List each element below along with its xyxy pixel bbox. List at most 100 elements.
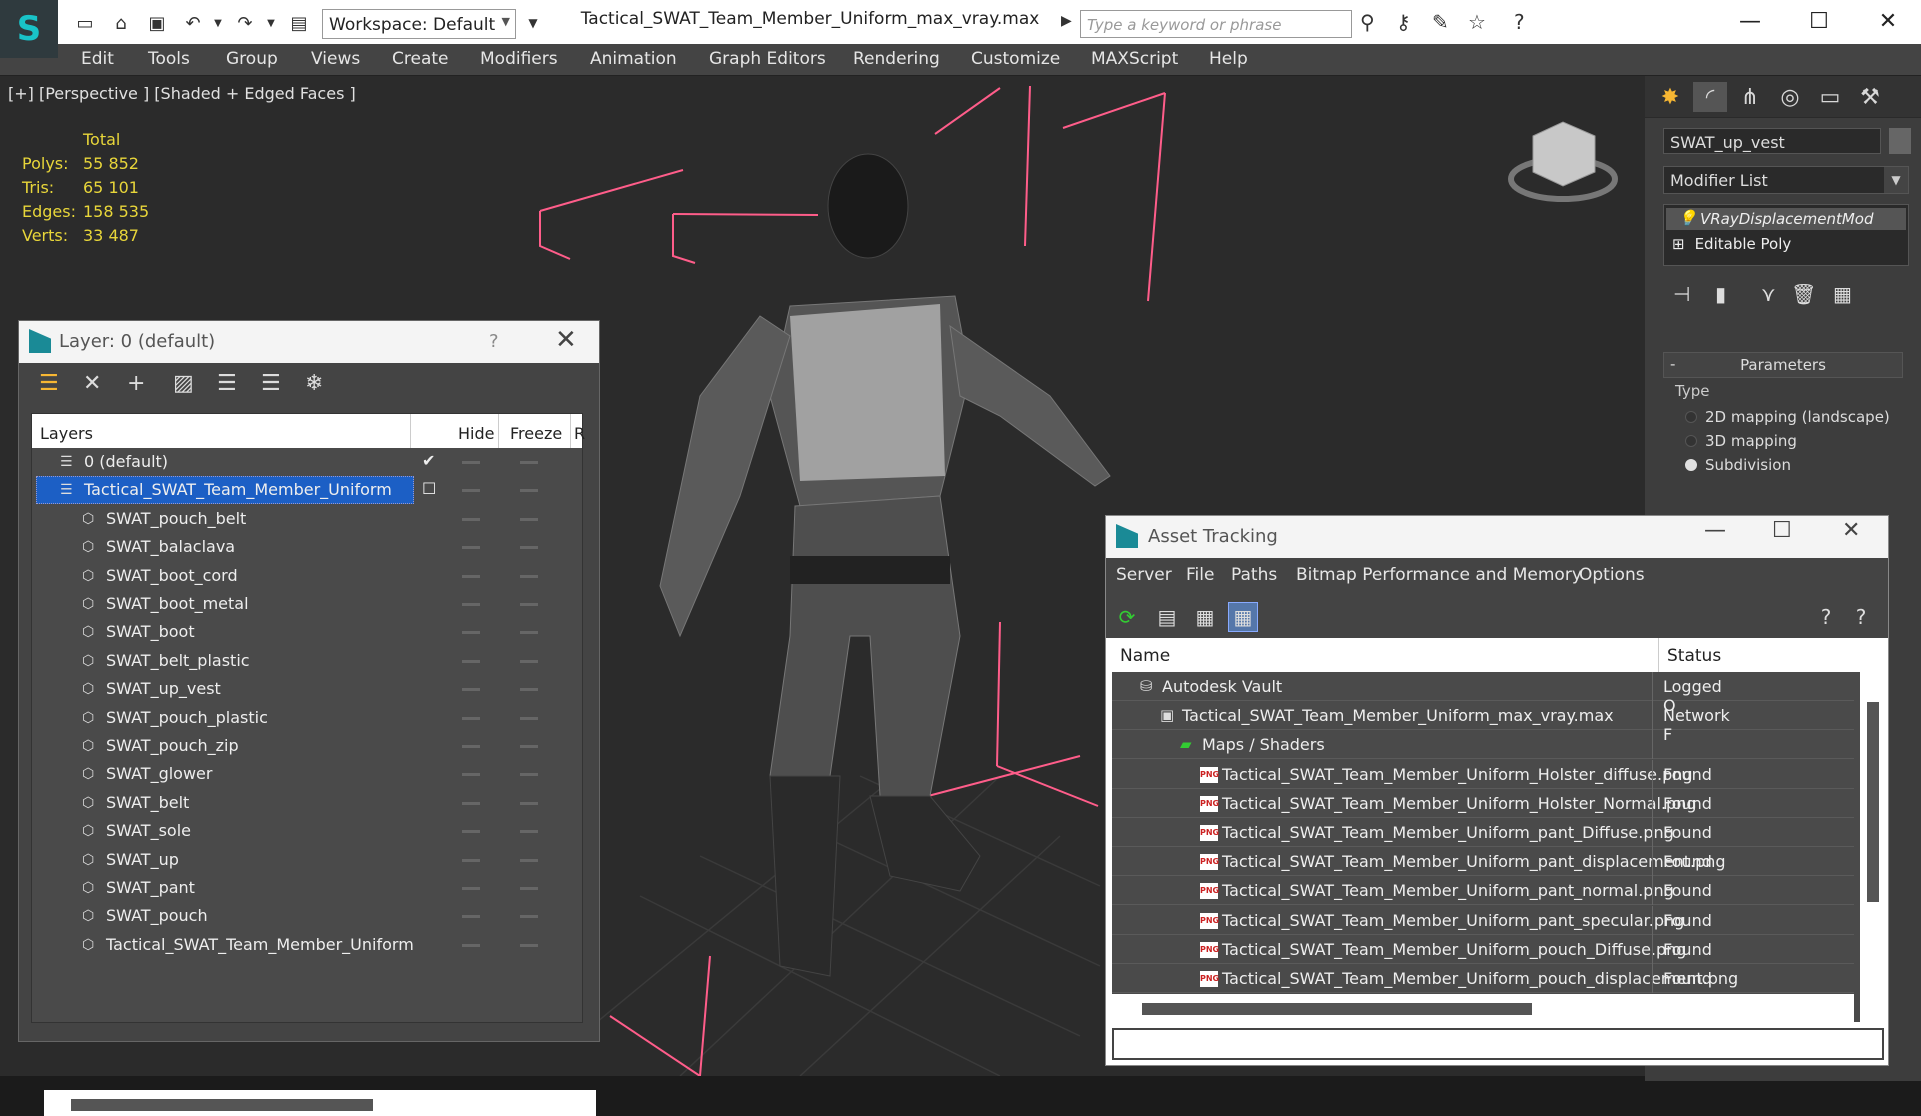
column-layers[interactable]: Layers — [40, 424, 93, 443]
layer-row[interactable]: ⬡ SWAT_boot_metal — [32, 590, 584, 618]
column-name[interactable]: Name — [1120, 646, 1170, 666]
menu-modifiers[interactable]: Modifiers — [480, 49, 558, 69]
hide-toggle[interactable] — [462, 915, 480, 919]
favorites-star-icon[interactable]: ☆ — [1468, 10, 1486, 34]
motion-tab-icon[interactable]: ◎ — [1773, 82, 1807, 112]
hide-toggle[interactable] — [462, 574, 480, 578]
freeze-toggle[interactable] — [520, 517, 538, 521]
hide-toggle[interactable] — [462, 745, 480, 748]
layer-row[interactable]: ⬡ SWAT_pouch_plastic — [32, 704, 584, 732]
menu-animation[interactable]: Animation — [590, 49, 677, 69]
radio-subdivision[interactable]: Subdivision — [1685, 456, 1791, 474]
current-layer-check-icon[interactable]: ✔ — [422, 451, 435, 470]
save-icon[interactable]: ▣ — [144, 10, 170, 36]
scrollbar-thumb[interactable] — [1142, 1003, 1532, 1015]
layer-row[interactable]: ☰ Tactical_SWAT_Team_Member_Uniform ☐ — [32, 476, 584, 505]
undo-icon[interactable]: ↶ — [180, 10, 206, 36]
close-icon[interactable]: ✕ — [555, 325, 577, 355]
layer-row[interactable]: ⬡ SWAT_pouch — [32, 902, 584, 930]
asset-row[interactable]: PNG Tactical_SWAT_Team_Member_Uniform_pan… — [1112, 876, 1854, 906]
stack-item-editable-poly[interactable]: ⊞ Editable Poly — [1672, 235, 1791, 253]
help-icon[interactable]: ? — [1811, 602, 1841, 632]
freeze-toggle[interactable] — [520, 858, 538, 862]
column-hide[interactable]: Hide — [458, 424, 494, 443]
menu-group[interactable]: Group — [226, 49, 278, 69]
radio-2d-mapping[interactable]: 2D mapping (landscape) — [1685, 408, 1890, 426]
menu-create[interactable]: Create — [392, 49, 449, 69]
layer-row[interactable]: ⬡ SWAT_pouch_zip — [32, 732, 584, 760]
layer-row[interactable]: ⬡ SWAT_pouch_belt — [32, 505, 584, 533]
help-icon[interactable]: ? — [1514, 10, 1525, 34]
layer-row[interactable]: ⬡ SWAT_belt — [32, 789, 584, 817]
radio-3d-mapping[interactable]: 3D mapping — [1685, 432, 1797, 450]
menu-tools[interactable]: Tools — [148, 49, 190, 69]
layer-row[interactable]: ⬡ SWAT_pant — [32, 874, 584, 902]
select-layer-icon[interactable]: ☰ — [217, 371, 237, 396]
hide-toggle[interactable] — [462, 887, 480, 890]
freeze-toggle[interactable] — [520, 461, 538, 464]
thumbnail-view-icon[interactable]: ▦ — [1190, 602, 1220, 632]
menu-graph-editors[interactable]: Graph Editors — [709, 49, 826, 69]
hide-toggle[interactable] — [462, 773, 480, 777]
object-color-swatch[interactable] — [1889, 128, 1911, 154]
select-objects-icon[interactable]: ▨ — [173, 371, 194, 396]
show-end-result-icon[interactable]: ▮ — [1715, 282, 1726, 306]
app-logo-icon[interactable]: S — [0, 0, 58, 58]
horizontal-scrollbar[interactable] — [44, 1090, 596, 1116]
hide-toggle[interactable] — [462, 517, 480, 521]
binoculars-icon[interactable]: ⚲ — [1360, 10, 1375, 34]
sign-in-icon[interactable]: ✎ — [1432, 10, 1449, 34]
layer-row[interactable]: ⬡ SWAT_belt_plastic — [32, 647, 584, 675]
layer-row[interactable]: ⬡ SWAT_glower — [32, 760, 584, 788]
menu-options[interactable]: Options — [1579, 565, 1645, 585]
maximize-icon[interactable]: ☐ — [1789, 6, 1849, 38]
hide-toggle[interactable] — [462, 489, 480, 493]
undo-dropdown-icon[interactable]: ▼ — [205, 10, 231, 36]
display-tab-icon[interactable]: ▭ — [1813, 82, 1847, 112]
menu-views[interactable]: Views — [311, 49, 360, 69]
minimize-icon[interactable]: — — [1704, 518, 1726, 543]
table-view-icon[interactable]: ▦ — [1228, 602, 1258, 632]
hide-layers-icon[interactable]: ☰ — [261, 371, 281, 396]
open-file-icon[interactable]: ⌂ — [108, 10, 134, 36]
lightbulb-icon[interactable]: 💡 — [1678, 209, 1697, 227]
freeze-toggle[interactable] — [520, 659, 538, 663]
remove-modifier-icon[interactable]: 🗑 — [1791, 282, 1816, 306]
layer-row[interactable]: ⬡ SWAT_up_vest — [32, 675, 584, 703]
viewport-label[interactable]: [+] [Perspective ] [Shaded + Edged Faces… — [8, 84, 356, 103]
asset-row[interactable]: PNG Tactical_SWAT_Team_Member_Uniform_pan… — [1112, 847, 1854, 877]
search-expand-icon[interactable]: ▶ — [1061, 13, 1072, 29]
close-icon[interactable]: ✕ — [1858, 6, 1918, 38]
list-view-icon[interactable]: ▤ — [1152, 602, 1182, 632]
freeze-toggle[interactable] — [520, 546, 538, 550]
hide-toggle[interactable] — [462, 801, 480, 805]
expand-plus-icon[interactable]: ⊞ — [1672, 235, 1685, 253]
hide-toggle[interactable] — [462, 461, 480, 464]
menu-file[interactable]: File — [1186, 565, 1214, 585]
column-status[interactable]: Status — [1658, 638, 1721, 672]
layer-row[interactable]: ⬡ SWAT_sole — [32, 817, 584, 845]
menu-maxscript[interactable]: MAXScript — [1091, 49, 1178, 69]
hide-toggle[interactable] — [462, 603, 480, 606]
redo-dropdown-icon[interactable]: ▼ — [258, 10, 284, 36]
hide-toggle[interactable] — [462, 688, 480, 692]
hide-toggle[interactable] — [462, 631, 480, 635]
hide-toggle[interactable] — [462, 858, 480, 862]
delete-layer-icon[interactable]: ✕ — [83, 371, 101, 396]
menu-paths[interactable]: Paths — [1231, 565, 1277, 585]
hide-toggle[interactable] — [462, 830, 480, 834]
object-name-field[interactable]: SWAT_up_vest — [1663, 128, 1881, 154]
asset-row[interactable]: PNG Tactical_SWAT_Team_Member_Uniform_pan… — [1112, 818, 1854, 847]
hide-toggle[interactable] — [462, 546, 480, 550]
layer-row[interactable]: ⬡ Tactical_SWAT_Team_Member_Uniform — [32, 931, 584, 959]
modifier-list-dropdown[interactable]: Modifier List ▼ — [1663, 166, 1909, 194]
menu-help[interactable]: Help — [1209, 49, 1248, 69]
horizontal-scrollbar[interactable] — [1112, 994, 1854, 1022]
asset-row[interactable]: PNG Tactical_SWAT_Team_Member_Uniform_pou… — [1112, 964, 1854, 993]
maximize-icon[interactable]: ☐ — [1772, 518, 1792, 543]
asset-row[interactable]: ▰ Maps / Shaders — [1112, 730, 1854, 760]
server-help-icon[interactable]: ? — [1846, 602, 1876, 632]
help-icon[interactable]: ? — [489, 331, 499, 352]
configure-modifier-sets-icon[interactable]: ▦ — [1833, 282, 1852, 306]
minimize-icon[interactable]: — — [1720, 6, 1780, 38]
